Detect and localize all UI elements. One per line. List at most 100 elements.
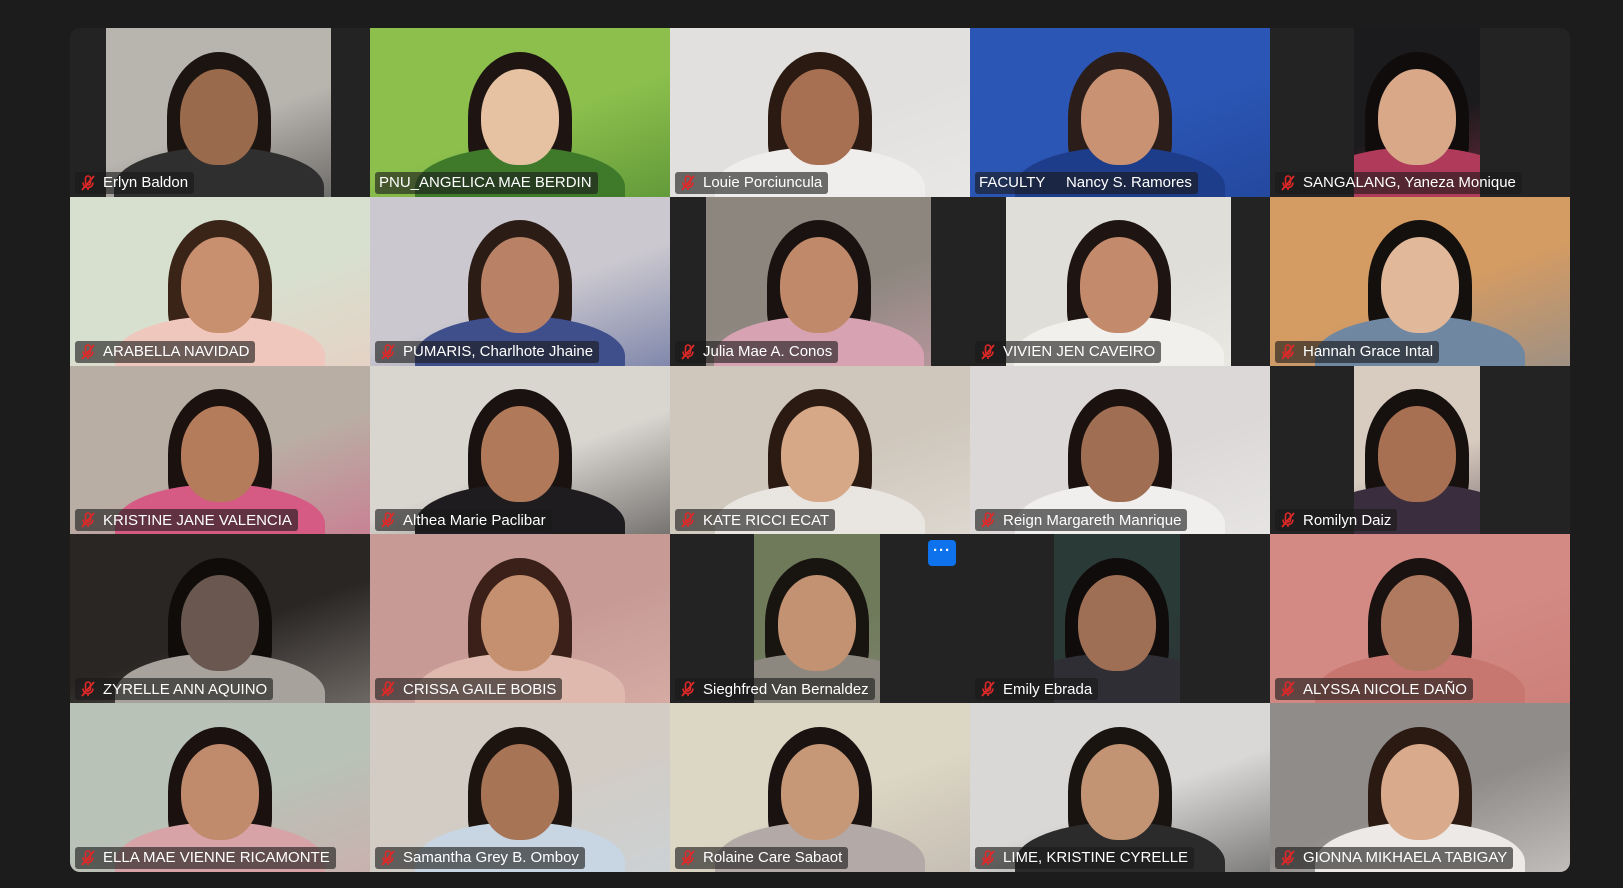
participant-face: [1378, 68, 1456, 165]
participant-tile[interactable]: SANGALANG, Yaneza Monique: [1270, 28, 1570, 197]
participant-name: ALYSSA NICOLE DAÑO: [1303, 680, 1467, 698]
muted-mic-icon: [979, 343, 997, 361]
participant-tile[interactable]: ZYRELLE ANN AQUINO: [70, 534, 370, 704]
participant-tile[interactable]: Emily Ebrada: [970, 534, 1270, 704]
participant-nameplate: KRISTINE JANE VALENCIA: [75, 509, 298, 532]
participant-name: ELLA MAE VIENNE RICAMONTE: [103, 849, 330, 867]
participant-tile[interactable]: VIVIEN JEN CAVEIRO: [970, 196, 1270, 366]
participant-face: [1081, 743, 1159, 840]
participant-face: [481, 574, 559, 671]
participant-name: Samantha Grey B. Omboy: [403, 849, 579, 867]
participant-face: [181, 237, 259, 334]
participant-face: [779, 237, 858, 334]
participant-name: ZYRELLE ANN AQUINO: [103, 680, 268, 698]
participant-face: [1081, 68, 1159, 165]
participant-nameplate: Emily Ebrada: [975, 678, 1099, 701]
participant-name: KRISTINE JANE VALENCIA: [103, 511, 292, 529]
participant-nameplate: ZYRELLE ANN AQUINO: [75, 678, 274, 701]
muted-mic-icon: [1279, 174, 1297, 192]
participant-nameplate: ARABELLA NAVIDAD: [75, 340, 256, 363]
muted-mic-icon: [379, 680, 397, 698]
participant-tile[interactable]: Louie Porciuncula: [670, 28, 970, 197]
participant-name: Althea Marie Paclibar: [403, 511, 546, 529]
participant-tile[interactable]: Sieghfred Van Bernaldez ···: [670, 534, 970, 704]
participant-nameplate: Hannah Grace Intal: [1275, 340, 1440, 363]
participant-nameplate: FACULTY Nancy S. Ramores: [975, 171, 1198, 194]
participant-tile[interactable]: Romilyn Daiz: [1270, 365, 1570, 535]
participant-name: LIME, KRISTINE CYRELLE: [1003, 849, 1189, 867]
participant-face: [1081, 406, 1159, 503]
participant-tile[interactable]: PNU_ANGELICA MAE BERDIN: [370, 28, 670, 197]
participant-tile[interactable]: ARABELLA NAVIDAD: [70, 196, 370, 366]
participant-tile[interactable]: PUMARIS, Charlhote Jhaine: [370, 196, 670, 366]
muted-mic-icon: [1279, 343, 1297, 361]
participant-tile[interactable]: KATE RICCI ECAT: [670, 365, 970, 535]
muted-mic-icon: [679, 849, 697, 867]
participant-nameplate: Erlyn Baldon: [75, 171, 195, 194]
participant-name: Romilyn Daiz: [1303, 511, 1392, 529]
participant-nameplate: SANGALANG, Yaneza Monique: [1275, 171, 1522, 194]
participant-face: [781, 68, 859, 165]
participant-face: [1381, 574, 1459, 671]
participant-name: PNU_ANGELICA MAE BERDIN: [379, 174, 592, 192]
participant-tile[interactable]: Reign Margareth Manrique: [970, 365, 1270, 535]
participant-face: [1381, 743, 1459, 840]
muted-mic-icon: [979, 680, 997, 698]
muted-mic-icon: [79, 174, 97, 192]
muted-mic-icon: [979, 511, 997, 529]
participant-tile[interactable]: Althea Marie Paclibar: [370, 365, 670, 535]
participant-tile[interactable]: ELLA MAE VIENNE RICAMONTE: [70, 703, 370, 872]
participant-name: Rolaine Care Sabaot: [703, 849, 843, 867]
participant-nameplate: Sieghfred Van Bernaldez: [675, 678, 875, 701]
participant-nameplate: Althea Marie Paclibar: [375, 509, 552, 532]
participant-face: [1378, 406, 1456, 503]
participant-name: Julia Mae A. Conos: [703, 343, 833, 361]
participant-face: [1078, 574, 1156, 671]
participant-name: Reign Margareth Manrique: [1003, 511, 1182, 529]
participant-face: [181, 574, 259, 671]
participant-nameplate: LIME, KRISTINE CYRELLE: [975, 846, 1195, 869]
participant-tile[interactable]: Samantha Grey B. Omboy: [370, 703, 670, 872]
participant-name: GIONNA MIKHAELA TABIGAY: [1303, 849, 1508, 867]
participant-tile[interactable]: KRISTINE JANE VALENCIA: [70, 365, 370, 535]
participant-nameplate: PNU_ANGELICA MAE BERDIN: [375, 171, 598, 194]
participant-nameplate: ELLA MAE VIENNE RICAMONTE: [75, 846, 336, 869]
muted-mic-icon: [79, 849, 97, 867]
participant-face: [481, 68, 559, 165]
participant-tile[interactable]: Rolaine Care Sabaot: [670, 703, 970, 872]
participant-tile[interactable]: Hannah Grace Intal: [1270, 196, 1570, 366]
muted-mic-icon: [79, 343, 97, 361]
participant-name: Louie Porciuncula: [703, 174, 823, 192]
participant-tile[interactable]: CRISSA GAILE BOBIS: [370, 534, 670, 704]
participant-nameplate: Reign Margareth Manrique: [975, 509, 1188, 532]
participant-nameplate: ALYSSA NICOLE DAÑO: [1275, 678, 1473, 701]
muted-mic-icon: [79, 511, 97, 529]
participant-face: [781, 743, 859, 840]
participant-face: [181, 406, 259, 503]
participant-face: [778, 574, 856, 671]
muted-mic-icon: [1279, 680, 1297, 698]
muted-mic-icon: [379, 343, 397, 361]
participant-nameplate: Samantha Grey B. Omboy: [375, 846, 585, 869]
participant-nameplate: Rolaine Care Sabaot: [675, 846, 849, 869]
participant-name: FACULTY Nancy S. Ramores: [979, 174, 1192, 192]
zoom-gallery-window: Erlyn Baldon PNU_ANGELICA MAE BERDIN Louie…: [0, 0, 1623, 888]
participant-nameplate: KATE RICCI ECAT: [675, 509, 836, 532]
participant-nameplate: GIONNA MIKHAELA TABIGAY: [1275, 846, 1514, 869]
participant-tile[interactable]: Julia Mae A. Conos: [670, 196, 970, 366]
participant-face: [179, 68, 258, 165]
muted-mic-icon: [679, 343, 697, 361]
participant-name: Sieghfred Van Bernaldez: [703, 680, 869, 698]
participant-tile[interactable]: GIONNA MIKHAELA TABIGAY: [1270, 703, 1570, 872]
participant-nameplate: VIVIEN JEN CAVEIRO: [975, 340, 1162, 363]
participant-tile[interactable]: LIME, KRISTINE CYRELLE: [970, 703, 1270, 872]
participant-tile[interactable]: ALYSSA NICOLE DAÑO: [1270, 534, 1570, 704]
participant-tile[interactable]: FACULTY Nancy S. Ramores: [970, 28, 1270, 197]
participant-name: Hannah Grace Intal: [1303, 343, 1434, 361]
muted-mic-icon: [379, 849, 397, 867]
participant-name: PUMARIS, Charlhote Jhaine: [403, 343, 594, 361]
participant-tile[interactable]: Erlyn Baldon: [70, 28, 370, 197]
more-options-button[interactable]: ···: [928, 540, 956, 567]
participant-nameplate: Julia Mae A. Conos: [675, 340, 839, 363]
participant-nameplate: PUMARIS, Charlhote Jhaine: [375, 340, 600, 363]
